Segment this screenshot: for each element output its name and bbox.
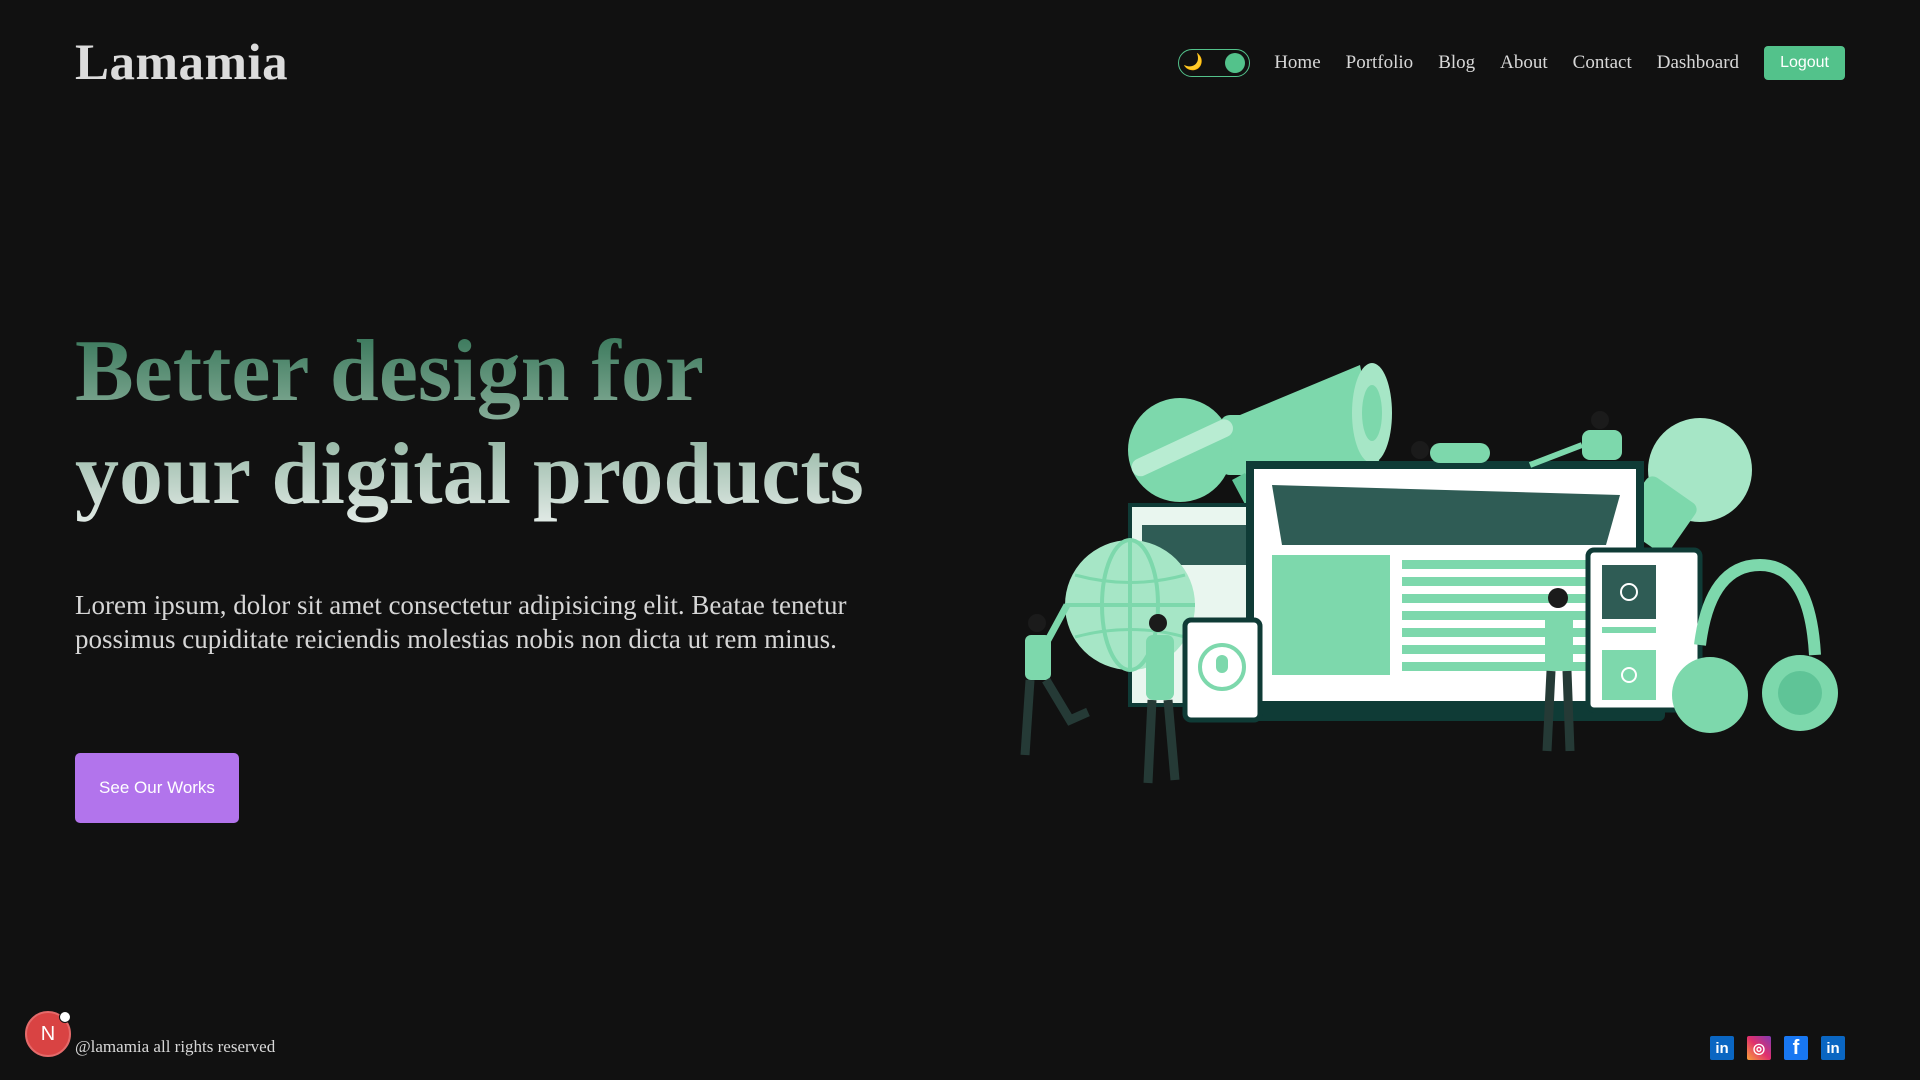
social-links: in ◎ f in bbox=[1697, 1036, 1845, 1060]
page: Lamamia 🌙 Home Portfolio Blog About Cont… bbox=[0, 0, 1920, 1080]
nav-link-about[interactable]: About bbox=[1500, 52, 1548, 74]
toggle-knob bbox=[1225, 53, 1246, 73]
nav-link-portfolio[interactable]: Portfolio bbox=[1346, 52, 1414, 74]
nav-link-blog[interactable]: Blog bbox=[1438, 52, 1475, 74]
hero-illustration bbox=[1020, 363, 1838, 784]
nav-link-contact[interactable]: Contact bbox=[1573, 52, 1632, 74]
see-our-works-button[interactable]: See Our Works bbox=[75, 753, 239, 823]
logout-button[interactable]: Logout bbox=[1764, 46, 1845, 80]
hero-text: Better design for your digital products … bbox=[75, 320, 895, 656]
notification-dot bbox=[59, 1011, 71, 1023]
nav-right: 🌙 Home Portfolio Blog About Contact Dash… bbox=[1178, 46, 1845, 80]
dev-badge-letter: N bbox=[40, 1022, 56, 1045]
hero-description: Lorem ipsum, dolor sit amet consectetur … bbox=[75, 590, 847, 654]
sphere-graphic bbox=[1128, 398, 1233, 502]
moon-icon: 🌙 bbox=[1183, 54, 1204, 71]
hero-title-line1: Better design for bbox=[75, 323, 704, 420]
phone-graphic bbox=[1182, 617, 1263, 723]
facebook-icon[interactable]: f bbox=[1784, 1036, 1808, 1060]
hero-title: Better design for your digital products bbox=[75, 320, 895, 526]
nav-link-dashboard[interactable]: Dashboard bbox=[1657, 52, 1739, 74]
nav-link-home[interactable]: Home bbox=[1274, 52, 1320, 74]
site-logo[interactable]: Lamamia bbox=[75, 34, 288, 92]
globe-graphic bbox=[1065, 538, 1195, 672]
dev-badge[interactable]: N bbox=[25, 1011, 71, 1057]
linkedin-icon[interactable]: in bbox=[1821, 1036, 1845, 1060]
theme-toggle[interactable]: 🌙 bbox=[1178, 49, 1251, 77]
instagram-icon[interactable]: ◎ bbox=[1747, 1036, 1771, 1060]
linkedin-icon[interactable]: in bbox=[1710, 1036, 1734, 1060]
hero-title-line2: your digital products bbox=[75, 426, 864, 523]
footer-copyright: @lamamia all rights reserved bbox=[75, 1037, 276, 1056]
navbar: Lamamia 🌙 Home Portfolio Blog About Cont… bbox=[75, 28, 1845, 98]
